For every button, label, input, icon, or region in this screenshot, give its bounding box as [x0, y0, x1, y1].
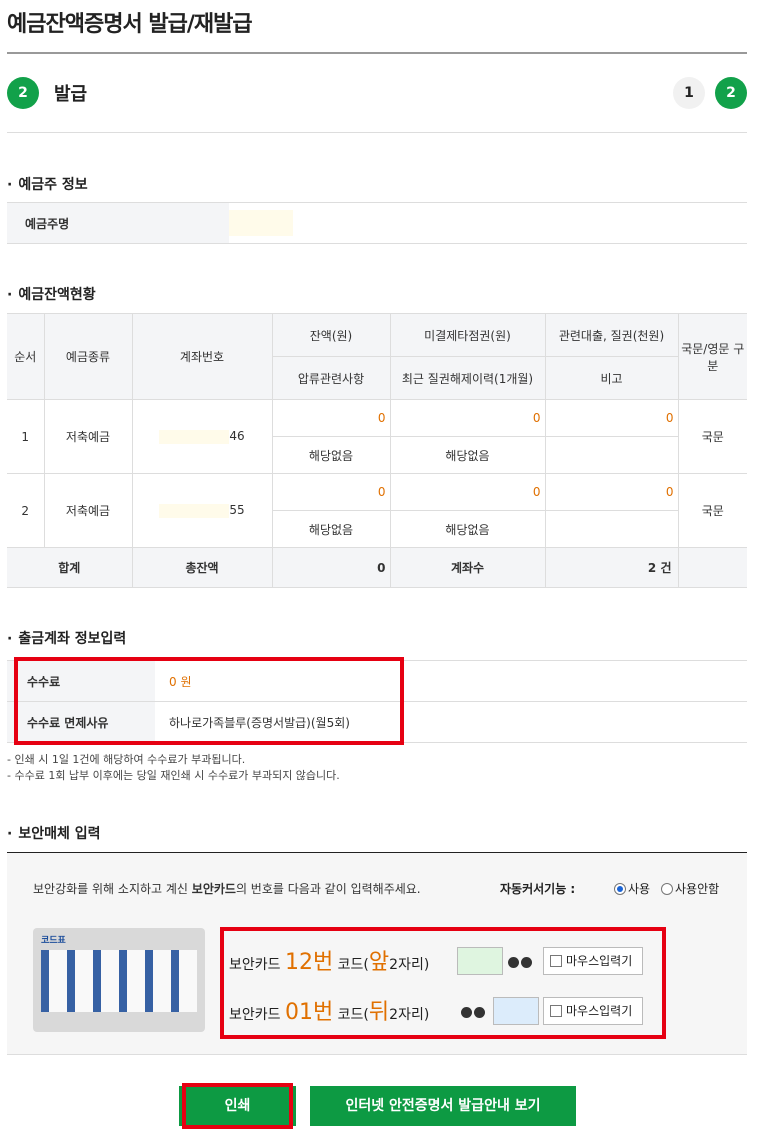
row-pledge: 해당없음 [389, 510, 546, 548]
col-loan: 관련대출, 질권(천원) [544, 313, 679, 357]
account-tail: 55 [229, 503, 245, 518]
step-label: 발급 [54, 84, 88, 105]
radio-nouse-label: 사용안함 [675, 882, 720, 896]
fee-note-2: - 수수료 1회 납부 이후에는 당일 재인쇄 시 수수료가 부과되지 않습니다… [7, 769, 340, 782]
balance-table: 순서 예금종류 계좌번호 잔액(원) 미결제타점권(원) 관련대출, 질권(천원… [7, 313, 747, 588]
current-step-badge: 2 [7, 77, 39, 109]
balance-section-title: 예금잔액현황 [7, 284, 95, 304]
row-seizure: 해당없음 [272, 510, 391, 548]
account-tail: 46 [229, 429, 245, 444]
row-remark [544, 436, 678, 474]
account-count-label: 계좌수 [389, 547, 546, 588]
print-highlight-box [182, 1083, 293, 1129]
total-balance-label: 총잔액 [131, 547, 273, 588]
row-balance: 0 [271, 399, 391, 437]
radio-use-label: 사용 [628, 882, 651, 896]
row-seq: 1 [7, 399, 45, 474]
row-remark [544, 510, 678, 548]
radio-nouse[interactable]: 사용안함 [661, 880, 719, 897]
row-lang: 국문 [677, 399, 747, 474]
row-account: 55 [131, 473, 273, 548]
security-section-title: 보안매체 입력 [7, 823, 100, 843]
total-balance: 0 [271, 547, 391, 588]
radio-on-icon[interactable] [614, 883, 626, 895]
row-unsettled: 0 [389, 399, 546, 437]
withdraw-section-title: 출금계좌 정보입력 [7, 628, 126, 648]
radio-off-icon[interactable] [661, 883, 673, 895]
radio-use[interactable]: 사용 [614, 880, 650, 897]
page-title: 예금잔액증명서 발급/재발급 [7, 12, 253, 37]
title-divider [7, 52, 747, 54]
instruction-bold: 보안카드 [191, 882, 236, 896]
col-seizure: 압류관련사항 [272, 356, 391, 400]
col-seq: 순서 [7, 313, 45, 400]
row-loan: 0 [544, 399, 679, 437]
sum-label: 합계 [7, 547, 133, 588]
holder-section-title: 예금주 정보 [7, 174, 87, 194]
row-type: 저축예금 [43, 473, 133, 548]
auto-cursor-label: 자동커서기능 : [500, 882, 576, 896]
holder-name-label: 예금주명 [7, 202, 229, 244]
divider [7, 132, 747, 133]
col-remark: 비고 [544, 356, 678, 400]
row-seizure: 해당없음 [272, 436, 391, 474]
fee-highlight-box [14, 657, 404, 745]
account-count: 2 건 [544, 547, 679, 588]
card-title: 코드표 [41, 936, 66, 946]
col-pledge: 최근 질권해제이력(1개월) [389, 356, 546, 400]
sum-empty [677, 547, 747, 588]
col-unsettled: 미결제타점권(원) [389, 313, 546, 357]
col-balance: 잔액(원) [271, 313, 391, 357]
step-indicator-2: 2 [715, 77, 747, 109]
row-seq: 2 [7, 473, 45, 548]
holder-name-value [229, 202, 747, 244]
instruction-text-suffix: 의 번호를 다음과 같이 입력해주세요. [235, 882, 421, 896]
code-highlight-box [220, 927, 666, 1039]
row-pledge: 해당없음 [389, 436, 546, 474]
guide-button[interactable]: 인터넷 안전증명서 발급안내 보기 [310, 1086, 576, 1126]
row-unsettled: 0 [389, 473, 546, 511]
col-type: 예금종류 [43, 313, 133, 400]
row-type: 저축예금 [43, 399, 133, 474]
holder-table: 예금주명 [7, 202, 747, 244]
row-lang: 국문 [677, 473, 747, 548]
security-instruction: 보안강화를 위해 소지하고 계신 보안카드의 번호를 다음과 같이 입력해주세요… [33, 880, 421, 897]
card-code-grid [41, 950, 197, 1012]
col-lang: 국문/영문 구분 [677, 313, 747, 400]
row-account: 46 [131, 399, 273, 474]
fee-note-1: - 인쇄 시 1일 1건에 해당하여 수수료가 부과됩니다. [7, 753, 246, 766]
row-loan: 0 [544, 473, 679, 511]
col-account: 계좌번호 [131, 313, 273, 400]
instruction-text: 보안강화를 위해 소지하고 계신 [33, 882, 192, 896]
step-indicator-1: 1 [673, 77, 705, 109]
row-balance: 0 [271, 473, 391, 511]
security-card-image: 코드표 [33, 928, 205, 1032]
